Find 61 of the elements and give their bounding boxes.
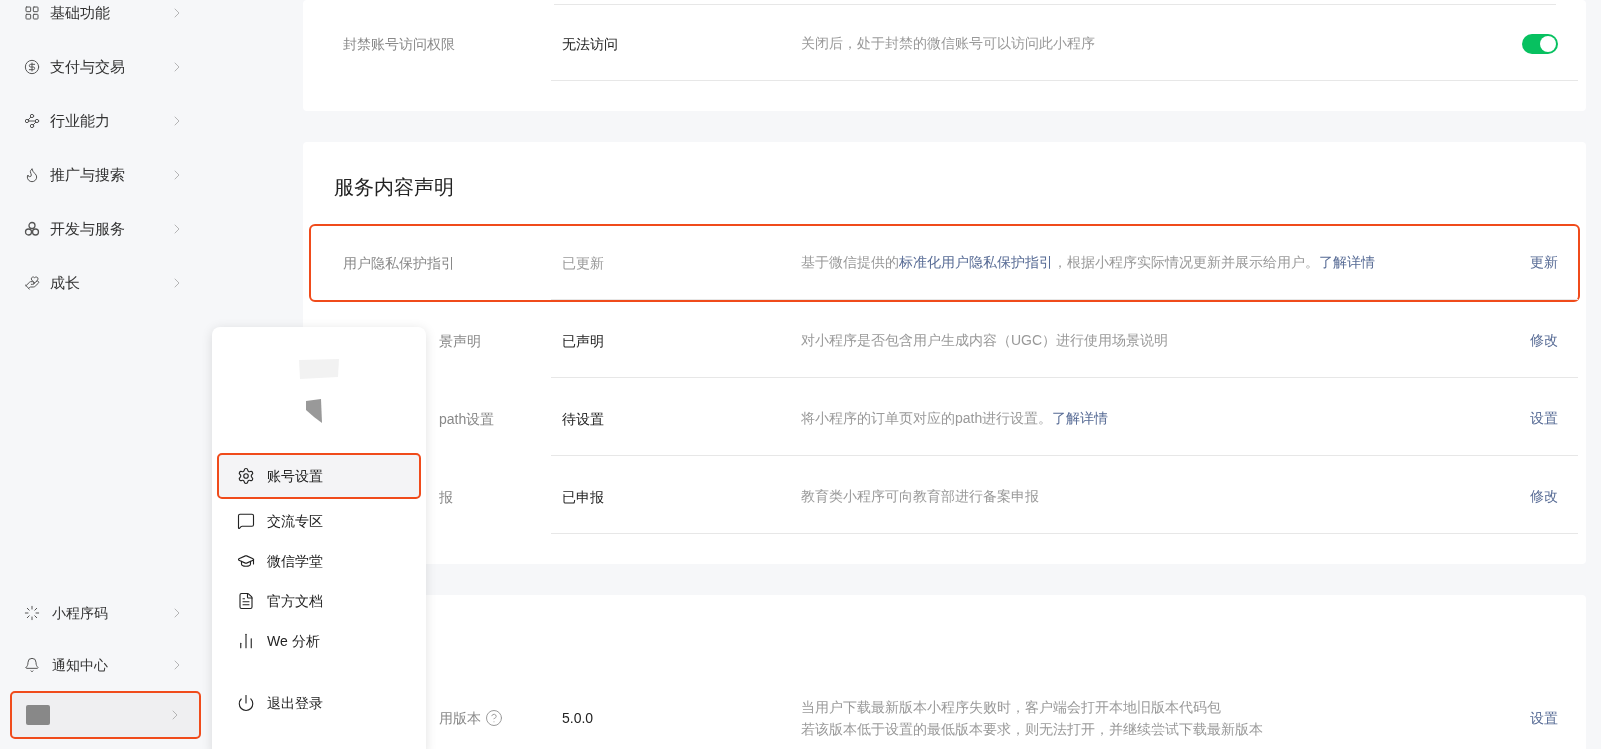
description: 将小程序的订单页对应的path进行设置。: [801, 410, 1053, 426]
circles-icon: [24, 221, 40, 237]
link[interactable]: 了解详情: [1052, 410, 1109, 426]
sidebar-item[interactable]: 通知中心: [10, 639, 201, 691]
description: 基于微信提供的: [801, 254, 899, 270]
action-link[interactable]: 修改: [1530, 486, 1558, 507]
action-link[interactable]: 更新: [1530, 252, 1558, 273]
description: 关闭后，处于封禁的微信账号可以访问此小程序: [801, 35, 1095, 51]
menu-item[interactable]: 微信学堂: [217, 541, 421, 581]
description: 对小程序是否包含用户生成内容（UGC）进行使用场景说明: [801, 332, 1169, 348]
sidebar-item[interactable]: 小程序码: [10, 587, 201, 639]
row-label: 封禁账号访问权限: [343, 34, 455, 54]
sidebar-item[interactable]: 成长: [10, 256, 201, 310]
row-value: 已申报: [562, 488, 604, 505]
description: ，根据小程序实际情况更新并展示给用户。: [1053, 254, 1319, 270]
action-link[interactable]: 设置: [1530, 408, 1558, 429]
flame-icon: [24, 167, 40, 183]
bell-icon: [24, 657, 40, 673]
help-icon[interactable]: [485, 709, 503, 727]
hand-heart-icon: [24, 275, 40, 291]
section-title: 服务内容声明: [333, 175, 455, 200]
description-line: 若该版本低于设置的最低版本要求，则无法打开，并继续尝试下载最新版本: [801, 720, 1264, 739]
row-label: 报: [439, 487, 453, 507]
sidebar-item[interactable]: 支付与交易: [10, 40, 201, 94]
row-label: 用版本: [439, 708, 481, 728]
row-value: 5.0.0: [562, 710, 594, 726]
link[interactable]: 了解详情: [1319, 254, 1375, 270]
settings-icon: [237, 467, 255, 485]
burst-icon: [24, 605, 40, 621]
document-icon: [237, 592, 255, 610]
row-label: 用户隐私保护指引: [343, 253, 455, 273]
logout-item[interactable]: 退出登录: [217, 683, 421, 723]
sidebar-item[interactable]: 行业能力: [10, 94, 201, 148]
row-value: 无法访问: [562, 35, 618, 52]
row-value: 已声明: [562, 332, 604, 349]
graduation-cap-icon: [237, 552, 255, 570]
menu-item[interactable]: 交流专区: [217, 501, 421, 541]
toggle-switch[interactable]: [1522, 33, 1558, 54]
row-label: 景声明: [439, 331, 481, 351]
action-link[interactable]: 修改: [1530, 330, 1558, 351]
sidebar-item[interactable]: 开发与服务: [10, 202, 201, 256]
row-label: path设置: [439, 409, 495, 429]
menu-item[interactable]: 官方文档: [217, 581, 421, 621]
menu-item[interactable]: 账号设置: [217, 453, 421, 499]
row-value: 已更新: [562, 254, 604, 271]
power-icon: [237, 694, 255, 712]
description-line: 当用户下载最新版本小程序失败时，客户端会打开本地旧版本代码包: [801, 698, 1222, 717]
link[interactable]: 标准化用户隐私保护指引: [899, 254, 1053, 270]
account-item[interactable]: [10, 691, 201, 739]
description: 教育类小程序可向教育部进行备案申报: [801, 488, 1039, 504]
action-link[interactable]: 设置: [1530, 707, 1558, 729]
sidebar-item[interactable]: 基础功能: [10, 0, 201, 40]
nodes-icon: [24, 113, 40, 129]
grid-icon: [24, 5, 40, 21]
currency-icon: [24, 59, 40, 75]
avatar: [26, 705, 50, 725]
row-value: 待设置: [562, 410, 604, 427]
sidebar-item[interactable]: 推广与搜索: [10, 148, 201, 202]
chat-icon: [237, 512, 255, 530]
bar-chart-icon: [237, 632, 255, 650]
menu-item[interactable]: We 分析: [217, 621, 421, 661]
